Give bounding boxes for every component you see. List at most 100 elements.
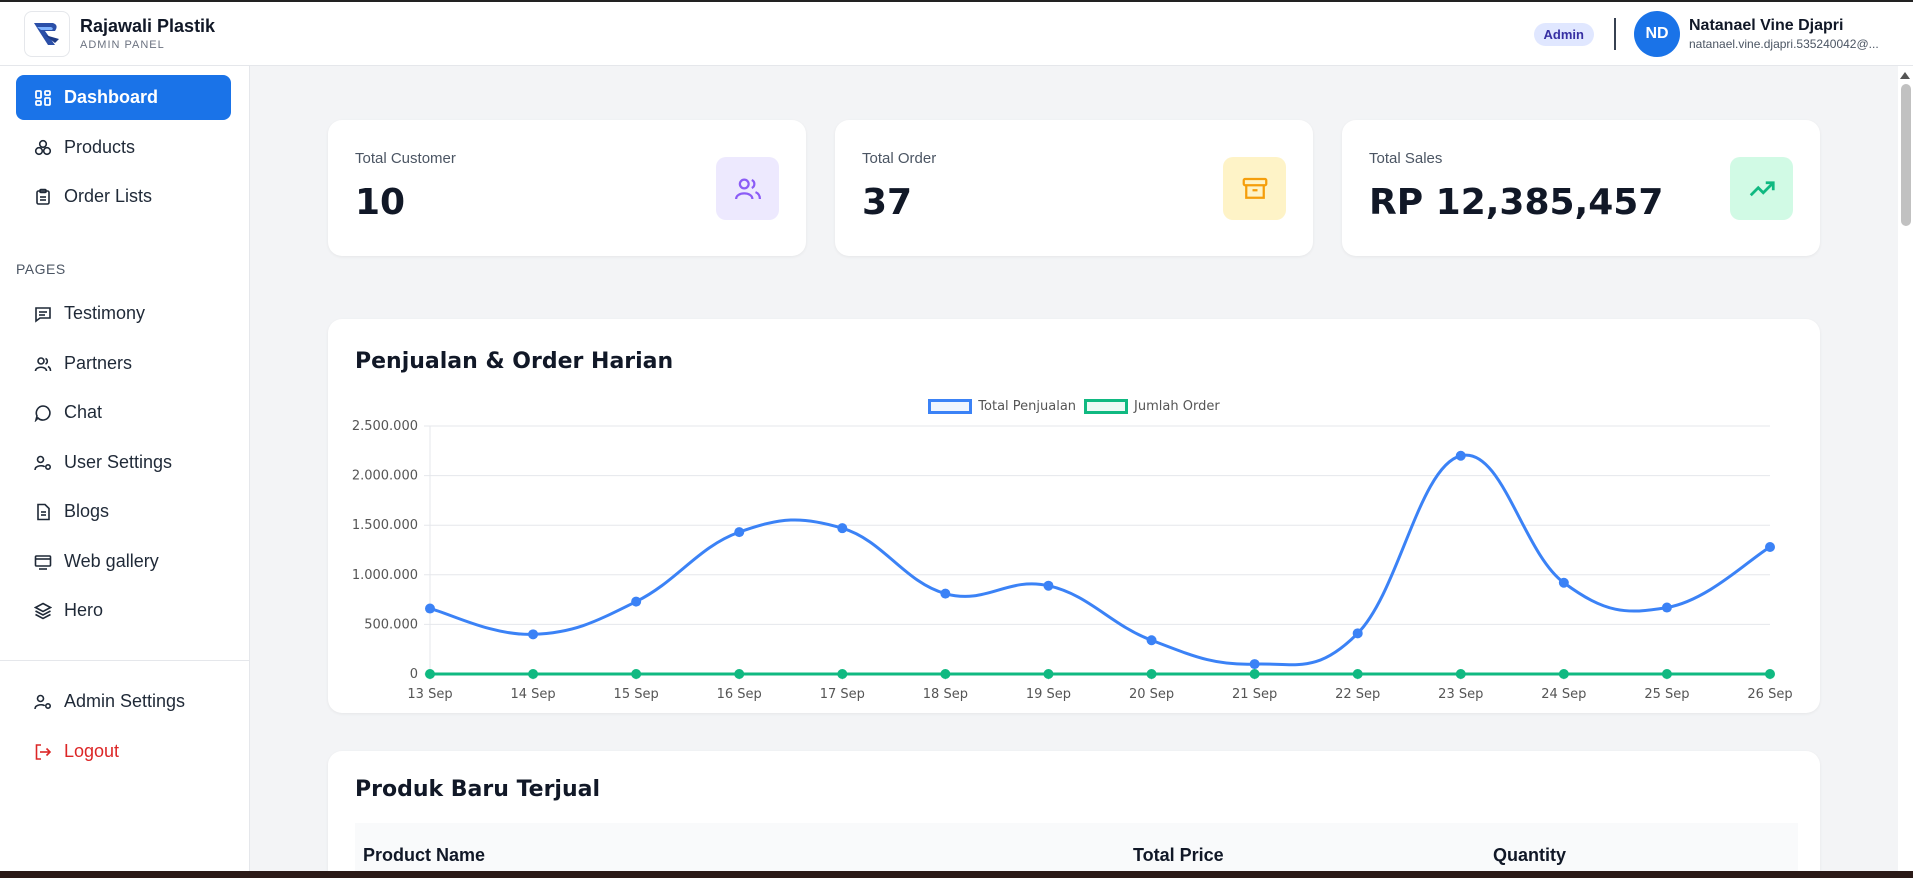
data-point-jumlah-order — [1558, 668, 1569, 679]
sidebar-item-label: Hero — [64, 600, 104, 620]
x-tick-label: 21 Sep — [1232, 687, 1277, 702]
data-point-jumlah-order — [1765, 668, 1775, 679]
brand[interactable]: Rajawali Plastik ADMIN PANEL — [24, 10, 216, 57]
sidebar-item-web-gallery[interactable]: Web gallery — [16, 539, 231, 584]
y-tick-label: 2.000.000 — [352, 469, 418, 484]
chart-card: Penjualan & Order Harian Total Penjualan… — [328, 319, 1820, 713]
chat-icon — [34, 404, 52, 422]
x-tick-label: 16 Sep — [717, 687, 762, 702]
sidebar-item-order-lists[interactable]: Order Lists — [16, 174, 231, 219]
pages-section-label: PAGES — [16, 261, 66, 277]
clipboard-icon — [34, 188, 52, 206]
users-icon — [716, 157, 779, 220]
sidebar-item-user-settings[interactable]: User Settings — [16, 440, 231, 485]
stat-card-total-order: Total Order 37 — [835, 120, 1313, 256]
x-tick-label: 15 Sep — [614, 687, 659, 702]
scrollbar-thumb[interactable] — [1901, 84, 1911, 226]
brand-name: Rajawali Plastik — [80, 16, 216, 36]
data-point-jumlah-order — [1146, 668, 1157, 679]
dashboard-icon — [34, 89, 52, 107]
taskbar-strip — [0, 871, 1913, 878]
stat-card-total-sales: Total Sales RP 12,385,457 — [1342, 120, 1820, 256]
x-tick-label: 13 Sep — [407, 687, 452, 702]
data-point-jumlah-order — [734, 668, 745, 679]
stat-value: 10 — [355, 182, 406, 223]
sidebar-item-label: Admin Settings — [64, 691, 186, 711]
avatar[interactable]: ND — [1634, 11, 1680, 57]
y-tick-label: 0 — [410, 667, 418, 682]
x-tick-label: 19 Sep — [1026, 687, 1071, 702]
y-tick-label: 1.500.000 — [352, 518, 418, 533]
x-tick-label: 24 Sep — [1541, 687, 1586, 702]
sidebar-item-label: Order Lists — [64, 186, 153, 206]
rajawali-logo-icon — [34, 22, 59, 45]
sidebar-item-label: User Settings — [64, 452, 173, 472]
sidebar-item-partners[interactable]: Partners — [16, 341, 231, 386]
stat-label: Total Order — [862, 150, 937, 167]
x-tick-label: 18 Sep — [923, 687, 968, 702]
sidebar-item-admin-settings[interactable]: Admin Settings — [16, 679, 231, 724]
data-point-total-penjualan — [1765, 542, 1775, 553]
products-title: Produk Baru Terjual — [355, 777, 601, 802]
line-chart: 0 500.000 1.000.000 1.500.000 2.000.000 2.500… — [352, 419, 1793, 702]
column-header-total-price[interactable]: Total Price — [1133, 845, 1224, 866]
data-point-total-penjualan — [1146, 635, 1157, 646]
sidebar-item-products[interactable]: Products — [16, 125, 231, 170]
data-point-jumlah-order — [1661, 668, 1672, 679]
logout-icon — [34, 743, 52, 761]
x-tick-label: 22 Sep — [1335, 687, 1380, 702]
data-point-total-penjualan — [734, 527, 745, 538]
data-point-jumlah-order — [631, 668, 642, 679]
x-tick-label: 26 Sep — [1747, 687, 1792, 702]
y-tick-label: 2.500.000 — [352, 419, 418, 434]
data-point-jumlah-order — [940, 668, 951, 679]
data-point-total-penjualan — [1558, 577, 1569, 588]
header-divider — [1614, 18, 1616, 50]
data-point-total-penjualan — [1043, 580, 1054, 591]
column-header-quantity[interactable]: Quantity — [1493, 845, 1566, 866]
sidebar-item-label: Dashboard — [64, 87, 159, 107]
message-square-icon — [34, 305, 52, 323]
sidebar-item-hero[interactable]: Hero — [16, 588, 231, 633]
y-tick-label: 500.000 — [364, 617, 418, 632]
sidebar-item-label: Logout — [64, 741, 120, 761]
sidebar-item-blogs[interactable]: Blogs — [16, 489, 231, 534]
sidebar-item-chat[interactable]: Chat — [16, 390, 231, 435]
products-card: Produk Baru Terjual Product Name Total P… — [328, 751, 1820, 878]
logo — [24, 10, 70, 57]
sidebar-item-label: Partners — [64, 353, 133, 373]
layers-icon — [34, 602, 52, 620]
x-tick-label: 20 Sep — [1129, 687, 1174, 702]
user-info[interactable]: Natanael Vine Djapri natanael.vine.djapr… — [1689, 17, 1887, 51]
sidebar-item-dashboard[interactable]: Dashboard — [16, 75, 231, 120]
document-icon — [34, 503, 52, 521]
sidebar-item-label: Products — [64, 137, 136, 157]
data-point-total-penjualan — [528, 629, 539, 640]
scroll-up-arrow-icon[interactable] — [1900, 72, 1910, 79]
top-bar: Rajawali Plastik ADMIN PANEL Admin ND Na… — [0, 0, 1913, 66]
data-point-total-penjualan — [1455, 450, 1466, 461]
user-name: Natanael Vine Djapri — [1689, 17, 1844, 34]
data-point-jumlah-order — [1455, 668, 1466, 679]
series-line-total-penjualan — [429, 453, 1771, 667]
x-tick-label: 25 Sep — [1644, 687, 1689, 702]
data-point-total-penjualan — [1661, 602, 1672, 613]
x-tick-label: 14 Sep — [510, 687, 555, 702]
data-point-total-penjualan — [1249, 659, 1260, 670]
data-point-total-penjualan — [940, 588, 951, 599]
stat-label: Total Customer — [355, 150, 456, 167]
archive-box-icon — [1223, 157, 1286, 220]
user-cog-icon — [34, 693, 52, 711]
data-point-jumlah-order — [1352, 668, 1363, 679]
trending-up-icon — [1730, 157, 1793, 220]
data-point-total-penjualan — [631, 596, 642, 607]
sidebar-divider — [0, 660, 250, 661]
monitor-icon — [34, 553, 52, 571]
sidebar-item-logout[interactable]: Logout — [16, 729, 231, 774]
user-email: natanael.vine.djapri.535240042@... — [1689, 37, 1879, 51]
column-header-product-name[interactable]: Product Name — [363, 845, 485, 866]
stat-label: Total Sales — [1369, 150, 1443, 167]
x-tick-label: 23 Sep — [1438, 687, 1483, 702]
data-point-jumlah-order — [1249, 668, 1260, 679]
sidebar-item-testimony[interactable]: Testimony — [16, 291, 231, 336]
